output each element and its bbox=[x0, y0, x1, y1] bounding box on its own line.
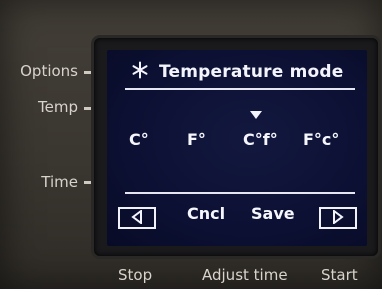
option-fahrenheit-celsius[interactable]: F°c° bbox=[303, 130, 339, 149]
header-divider bbox=[125, 88, 355, 90]
arrow-right-icon bbox=[331, 208, 345, 228]
start-label[interactable]: Start bbox=[321, 266, 358, 284]
option-celsius[interactable]: C° bbox=[129, 130, 149, 149]
screen-header: Temperature mode bbox=[131, 60, 361, 84]
next-button[interactable] bbox=[319, 207, 357, 229]
screen-title: Temperature mode bbox=[159, 62, 344, 82]
save-button[interactable]: Save bbox=[251, 204, 295, 223]
cancel-button[interactable]: Cncl bbox=[187, 204, 225, 223]
display-screen: Temperature mode C° F° C°f° F°c° Cncl Sa… bbox=[107, 50, 367, 246]
footer-divider bbox=[125, 192, 355, 194]
time-label: Time bbox=[41, 173, 78, 191]
selection-indicator-icon bbox=[250, 111, 262, 119]
arrow-left-icon bbox=[130, 208, 144, 228]
snowflake-icon bbox=[131, 61, 149, 83]
adjust-time-label[interactable]: Adjust time bbox=[202, 266, 288, 284]
previous-button[interactable] bbox=[118, 207, 156, 229]
temp-label: Temp bbox=[38, 98, 78, 116]
option-celsius-fahrenheit[interactable]: C°f° bbox=[243, 130, 278, 149]
options-label: Options bbox=[20, 62, 78, 80]
option-fahrenheit[interactable]: F° bbox=[187, 130, 206, 149]
stop-label[interactable]: Stop bbox=[118, 266, 152, 284]
